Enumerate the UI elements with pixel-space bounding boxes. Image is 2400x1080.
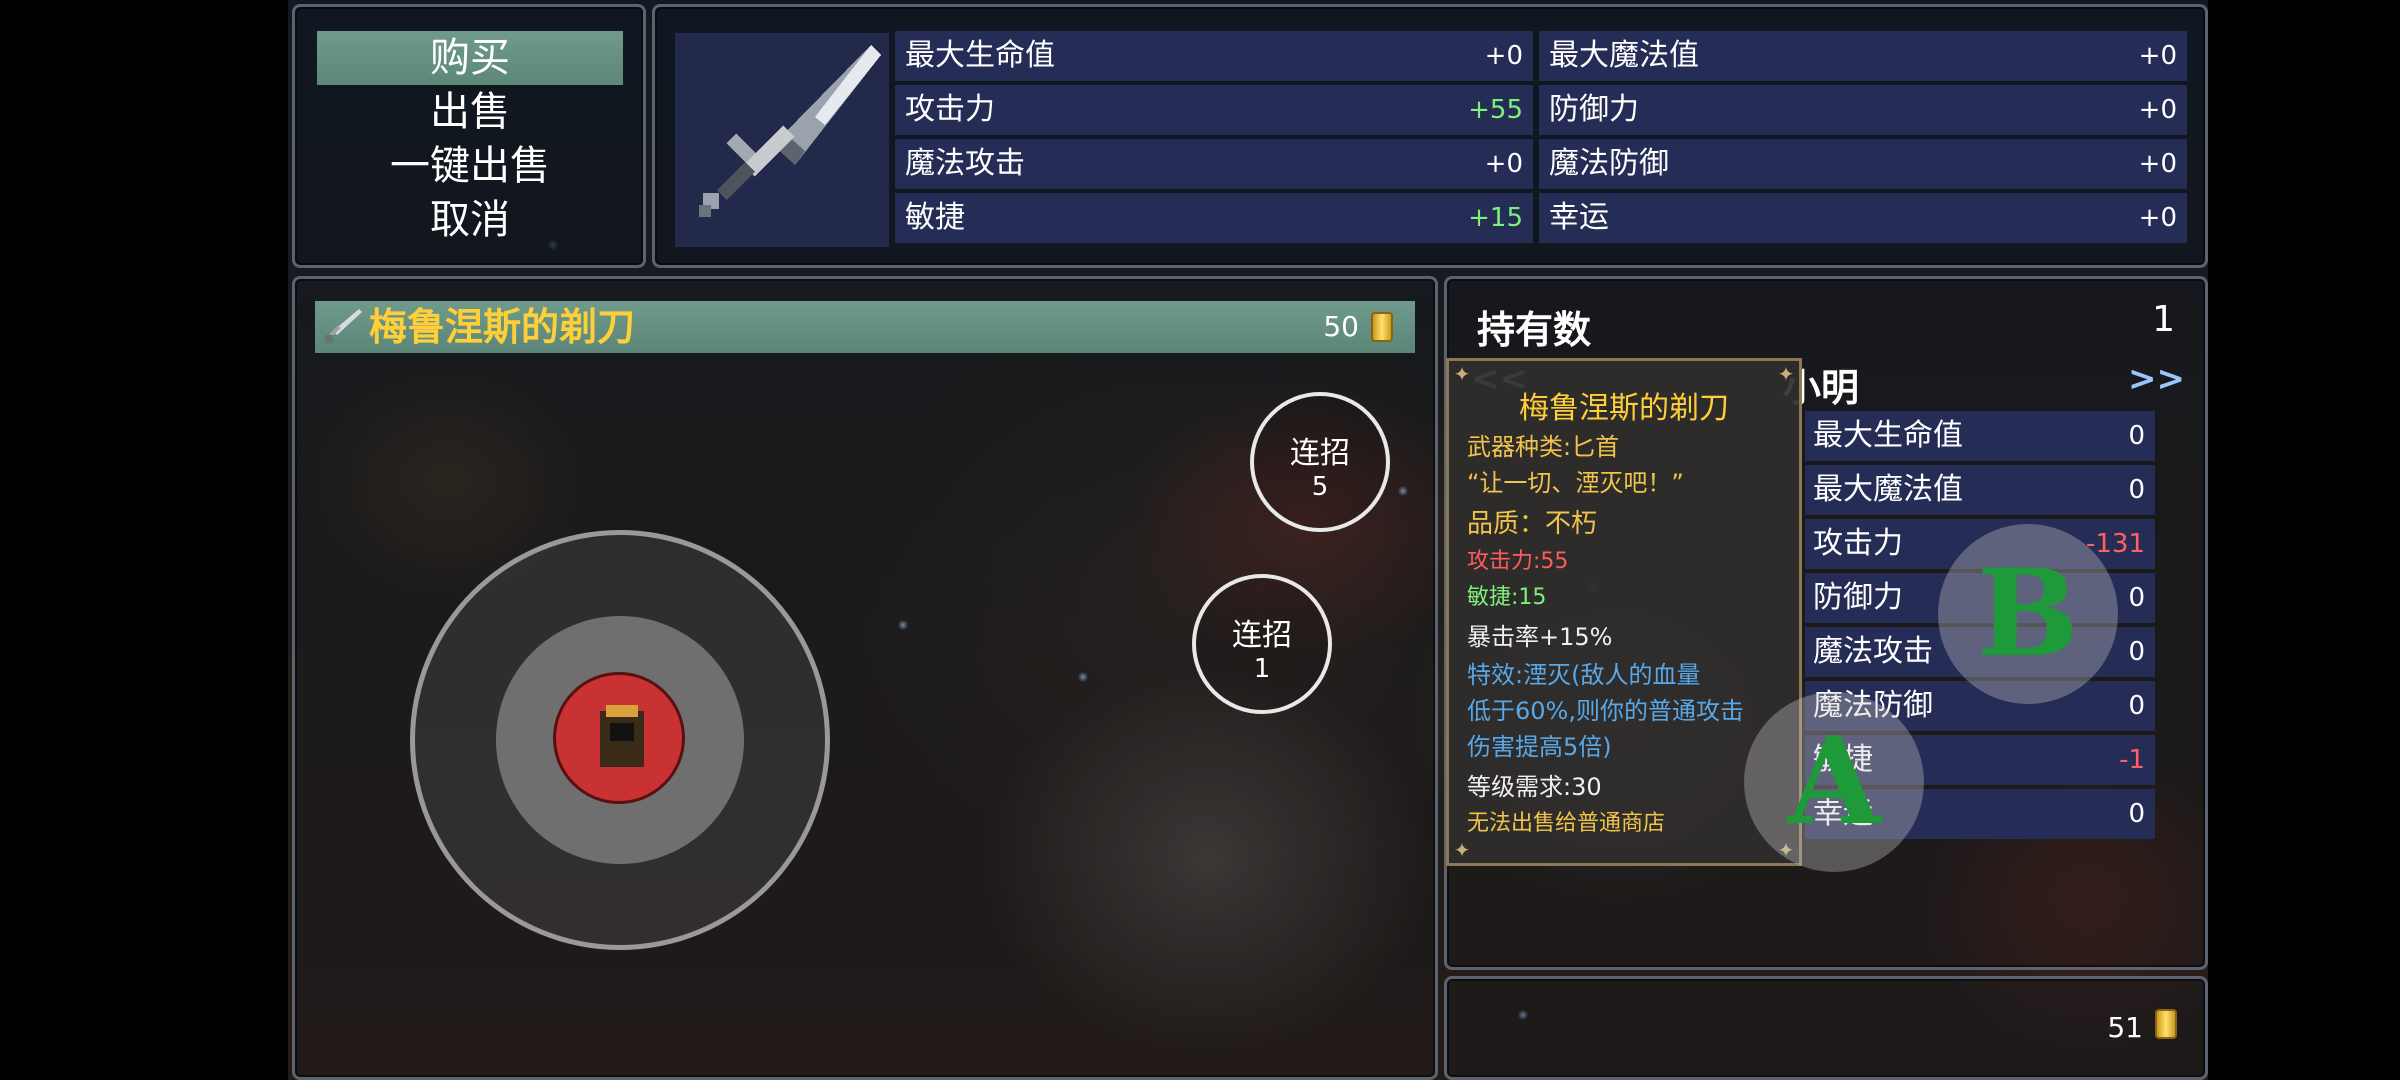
- stat-value: 0: [2128, 421, 2145, 451]
- combo-count: 1: [1253, 654, 1271, 684]
- character-icon: [600, 705, 644, 767]
- corner-ornament-icon: ✦: [1453, 838, 1471, 862]
- next-actor-button[interactable]: >>: [2128, 359, 2185, 399]
- joystick-knob[interactable]: [553, 672, 685, 804]
- tooltip-quality: 品质：不朽: [1467, 509, 1598, 539]
- actor-stat-max-hp: 最大生命值 0: [1805, 411, 2155, 461]
- tooltip-effect-1: 特效:湮灭(敌人的血量: [1467, 661, 1701, 689]
- dagger-icon: [325, 309, 362, 343]
- item-preview: [675, 33, 889, 247]
- item-name: 梅鲁涅斯的剃刀: [369, 305, 636, 349]
- holdings-value: 1: [2152, 299, 2175, 340]
- command-menu: 购买 出售 一键出售 取消: [292, 4, 646, 268]
- stat-defense: 防御力 +0: [1539, 85, 2187, 135]
- menu-item-buy[interactable]: 购买: [317, 31, 623, 85]
- tooltip-attack: 攻击力:55: [1467, 549, 1569, 574]
- gold-amount: 51: [2107, 1011, 2143, 1044]
- stat-value: +0: [2138, 149, 2177, 179]
- stat-value: 0: [2128, 691, 2145, 721]
- combo-count: 5: [1311, 472, 1329, 502]
- stat-value: +0: [2138, 203, 2177, 233]
- stat-label: 最大魔法值: [1549, 38, 1699, 73]
- stat-luck: 幸运 +0: [1539, 193, 2187, 243]
- shop-item-row[interactable]: 梅鲁涅斯的剃刀 50: [315, 301, 1415, 353]
- menu-item-cancel[interactable]: 取消: [317, 193, 623, 247]
- actor-stat-max-mp: 最大魔法值 0: [1805, 465, 2155, 515]
- stat-label: 防御力: [1549, 92, 1639, 127]
- stat-value: 0: [2128, 475, 2145, 505]
- tooltip-title: 梅鲁涅斯的剃刀: [1519, 391, 1729, 426]
- stat-value: +55: [1468, 95, 1523, 125]
- stat-value: 0: [2128, 583, 2145, 613]
- stat-value: 0: [2128, 637, 2145, 667]
- stat-value: +0: [2138, 41, 2177, 71]
- stat-value: -1: [2119, 745, 2145, 775]
- stat-label: 攻击力: [1813, 526, 1903, 561]
- stat-max-mp: 最大魔法值 +0: [1539, 31, 2187, 81]
- tooltip-agility: 敏捷:15: [1467, 585, 1547, 610]
- combo-label: 连招: [1290, 436, 1350, 471]
- menu-item-sell-all[interactable]: 一键出售: [317, 139, 623, 193]
- tooltip-level-req: 等级需求:30: [1467, 773, 1602, 801]
- stat-label: 最大生命值: [1813, 418, 1963, 453]
- stat-label: 魔法攻击: [905, 146, 1025, 181]
- gold-window: 51: [1444, 976, 2208, 1080]
- stat-label: 防御力: [1813, 580, 1903, 615]
- stat-value: +0: [1484, 149, 1523, 179]
- stat-magic-defense: 魔法防御 +0: [1539, 139, 2187, 189]
- dagger-icon: [699, 45, 881, 217]
- tooltip-quote: “让一切、湮灭吧！”: [1467, 469, 1684, 497]
- corner-ornament-icon: ✦: [1453, 362, 1471, 386]
- holdings-label: 持有数: [1477, 308, 1592, 352]
- combo-button-1[interactable]: 连招 1: [1192, 574, 1332, 714]
- item-price: 50: [1323, 310, 1359, 343]
- corner-ornament-icon: ✦: [1777, 362, 1795, 386]
- stat-value: +0: [2138, 95, 2177, 125]
- stat-agility: 敏捷 +15: [895, 193, 1533, 243]
- stat-label: 攻击力: [905, 92, 995, 127]
- stat-value: +15: [1468, 203, 1523, 233]
- stat-label: 魔法攻击: [1813, 634, 1933, 669]
- tooltip-crit: 暴击率+15%: [1467, 623, 1613, 651]
- stat-label: 魔法防御: [1549, 146, 1669, 181]
- stat-attack: 攻击力 +55: [895, 85, 1533, 135]
- coin-icon: [2155, 1009, 2177, 1039]
- stat-label: 幸运: [1549, 200, 1609, 235]
- a-button[interactable]: A: [1744, 692, 1924, 872]
- stat-max-hp: 最大生命值 +0: [895, 31, 1533, 81]
- item-stat-window: 最大生命值 +0 最大魔法值 +0 攻击力 +55 防御力 +0 魔法攻击 +0…: [652, 4, 2208, 268]
- combo-button-5[interactable]: 连招 5: [1250, 392, 1390, 532]
- tooltip-effect-2: 低于60%,则你的普通攻击: [1467, 697, 1744, 725]
- combo-label: 连招: [1232, 618, 1292, 653]
- stat-label: 敏捷: [905, 200, 965, 235]
- tooltip-sell-note: 无法出售给普通商店: [1467, 811, 1666, 836]
- menu-item-sell[interactable]: 出售: [317, 85, 623, 139]
- stat-label: 最大生命值: [905, 38, 1055, 73]
- coin-icon: [1371, 312, 1393, 342]
- stat-value: +0: [1484, 41, 1523, 71]
- stat-label: 最大魔法值: [1813, 472, 1963, 507]
- b-button[interactable]: B: [1938, 524, 2118, 704]
- stat-magic-attack: 魔法攻击 +0: [895, 139, 1533, 189]
- stat-value: 0: [2128, 799, 2145, 829]
- tooltip-effect-3: 伤害提高5倍): [1467, 733, 1612, 761]
- tooltip-weapon-type: 武器种类:匕首: [1467, 433, 1620, 461]
